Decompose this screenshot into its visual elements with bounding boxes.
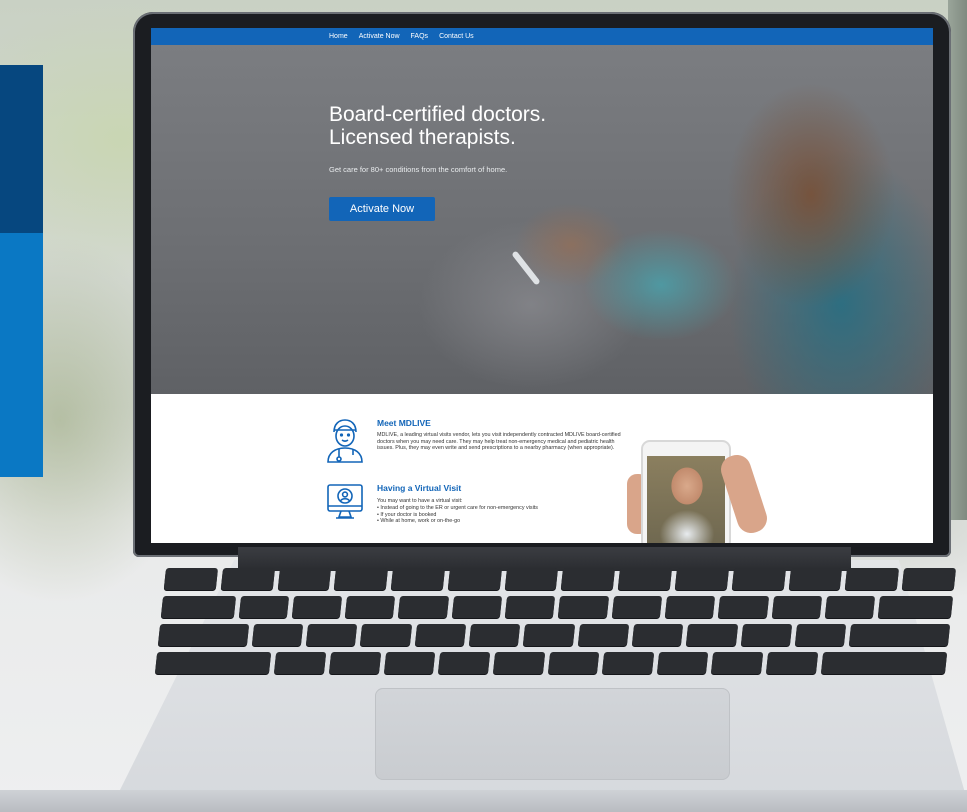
activate-now-button[interactable]: Activate Now bbox=[329, 197, 435, 221]
list-item: While at home, work or on-the-go bbox=[377, 518, 538, 525]
video-call-doctor-image bbox=[647, 456, 725, 543]
hero-title-line1: Board-certified doctors. bbox=[329, 103, 547, 126]
hero-title: Board-certified doctors. Licensed therap… bbox=[329, 103, 669, 149]
hero-banner: Board-certified doctors. Licensed therap… bbox=[151, 45, 933, 394]
nav-faqs[interactable]: FAQs bbox=[411, 33, 429, 40]
laptop-screen: Home Activate Now FAQs Contact Us Board-… bbox=[151, 28, 933, 543]
hero-title-line2: Licensed therapists. bbox=[329, 126, 516, 149]
meet-body: MDLIVE, a leading virtual visits vendor,… bbox=[377, 432, 621, 452]
list-item: Instead of going to the ER or urgent car… bbox=[377, 505, 538, 512]
brand-block-light bbox=[0, 233, 43, 477]
thermometer-image bbox=[511, 250, 541, 286]
brand-block-dark bbox=[0, 65, 43, 233]
nav-home[interactable]: Home bbox=[329, 33, 348, 40]
doctor-icon bbox=[325, 416, 365, 464]
computer-user-icon bbox=[325, 482, 365, 530]
nav-activate-now[interactable]: Activate Now bbox=[359, 33, 400, 40]
content-section: Meet MDLIVE MDLIVE, a leading virtual vi… bbox=[151, 394, 933, 543]
virtual-visit-list: Instead of going to the ER or urgent car… bbox=[377, 505, 538, 525]
list-item: If your doctor is booked bbox=[377, 512, 538, 519]
laptop-trackpad bbox=[375, 688, 730, 780]
laptop-front-edge bbox=[0, 790, 967, 812]
meet-title: Meet MDLIVE bbox=[377, 418, 431, 428]
laptop-keyboard bbox=[154, 568, 956, 683]
virtual-visit-title: Having a Virtual Visit bbox=[377, 483, 462, 493]
phone-video-call-image bbox=[641, 440, 731, 543]
virtual-visit-intro: You may want to have a virtual visit: bbox=[377, 498, 463, 504]
nav-contact-us[interactable]: Contact Us bbox=[439, 33, 474, 40]
top-nav: Home Activate Now FAQs Contact Us bbox=[151, 28, 933, 45]
hero-subtitle: Get care for 80+ conditions from the com… bbox=[329, 165, 508, 174]
